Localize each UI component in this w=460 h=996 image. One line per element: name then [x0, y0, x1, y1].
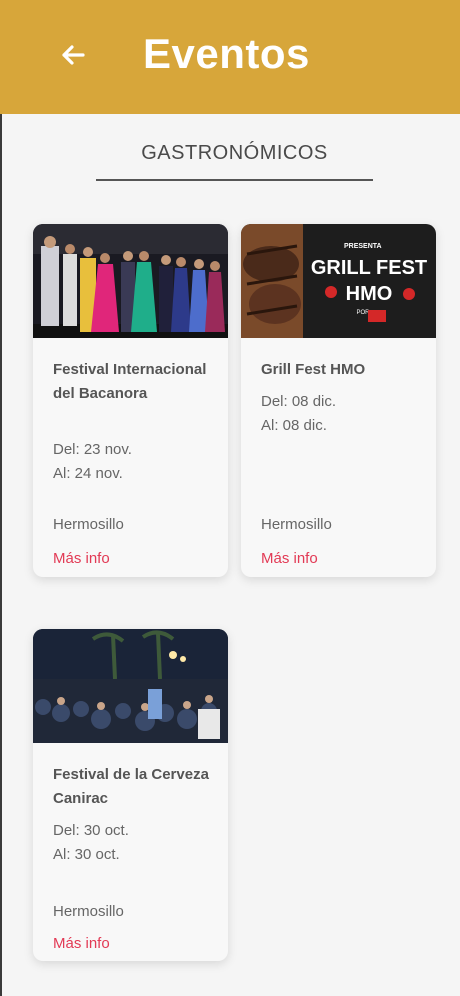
event-end-date: Al: 24 nov.: [53, 465, 123, 482]
event-name: Grill Fest HMO: [261, 361, 366, 378]
arrow-left-icon: [62, 45, 85, 65]
event-start-date: Del: 08 dic.: [261, 393, 337, 410]
more-info-link[interactable]: Más info: [53, 550, 110, 567]
category-underline: [96, 179, 373, 181]
event-city: Hermosillo: [53, 903, 124, 920]
event-name: Festival Internacional del Bacanora: [53, 361, 207, 402]
poster-presenter: PRESENTA: [344, 243, 382, 250]
event-image: [33, 629, 228, 743]
category-title: GASTRONÓMICOS: [141, 142, 328, 164]
event-image: PRESENTA GRILL FEST HMO POR: [241, 224, 436, 338]
page-title: Eventos: [143, 30, 310, 77]
event-end-date: Al: 30 oct.: [53, 846, 120, 863]
event-name: Festival de la Cerveza Canirac: [53, 766, 209, 807]
poster-line1: GRILL FEST: [311, 257, 427, 279]
back-button[interactable]: [58, 40, 88, 70]
app-header: Eventos: [0, 0, 460, 114]
poster-line2: HMO: [346, 283, 393, 305]
event-card[interactable]: PRESENTA GRILL FEST HMO POR Grill Fest H…: [241, 224, 436, 577]
event-end-date: Al: 08 dic.: [261, 417, 327, 434]
more-info-link[interactable]: Más info: [53, 935, 110, 952]
event-start-date: Del: 30 oct.: [53, 822, 129, 839]
event-start-date: Del: 23 nov.: [53, 441, 132, 458]
event-card[interactable]: Festival de la Cerveza Canirac Del: 30 o…: [33, 629, 228, 961]
window-edge: [0, 0, 2, 996]
event-city: Hermosillo: [53, 516, 124, 533]
event-card[interactable]: Festival Internacional del Bacanora Del:…: [33, 224, 228, 577]
more-info-link[interactable]: Más info: [261, 550, 318, 567]
event-city: Hermosillo: [261, 516, 332, 533]
event-image: [33, 224, 228, 338]
